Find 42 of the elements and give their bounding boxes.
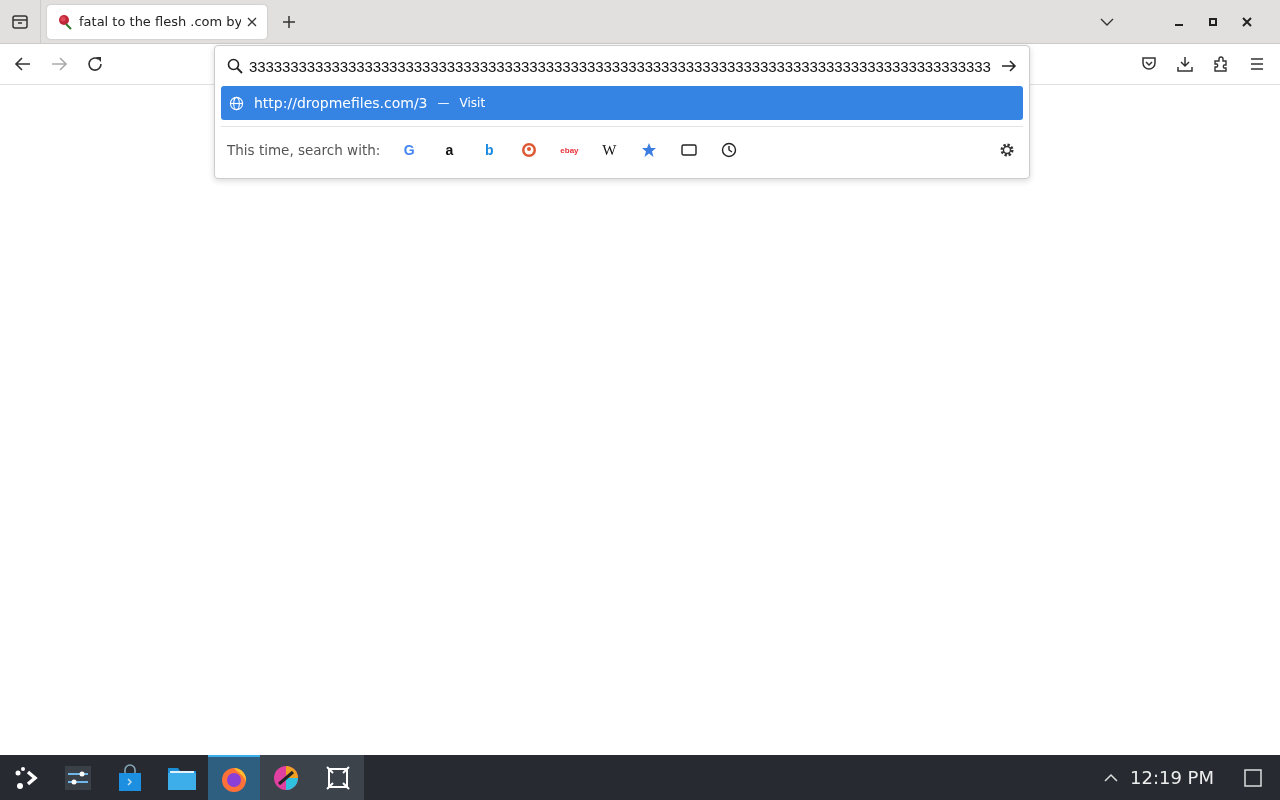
browser-tab[interactable]: fatal to the flesh .com by [47, 4, 267, 39]
puzzle-icon[interactable] [1212, 55, 1230, 73]
star-icon[interactable] [641, 142, 658, 158]
close-icon[interactable] [1242, 16, 1252, 27]
search-engine-button[interactable]: a [440, 142, 459, 158]
back-icon[interactable] [14, 55, 32, 73]
pocket-icon[interactable] [1140, 55, 1158, 73]
suggestion-separator: — [437, 96, 450, 110]
tab-icon[interactable] [681, 142, 698, 158]
search-engine-button[interactable]: W [600, 141, 619, 159]
clock-icon[interactable] [721, 142, 738, 158]
taskbar-app[interactable] [312, 755, 364, 800]
suggestion-row[interactable]: http://dropmefiles.com/3 — Visit [221, 86, 1023, 120]
suggestion-action: Visit [459, 96, 486, 110]
shopping-bag-icon [117, 763, 143, 792]
suggestion-url: http://dropmefiles.com/3 [254, 95, 428, 111]
go-arrow-icon[interactable] [1001, 58, 1017, 74]
globe-icon [229, 95, 244, 111]
close-icon[interactable] [247, 16, 257, 27]
plus-icon[interactable] [282, 14, 296, 29]
settings-icon[interactable] [999, 142, 1015, 158]
menu-icon[interactable] [1248, 55, 1266, 73]
search-engine-button[interactable]: ebay [560, 145, 579, 155]
address-field[interactable]: 333333333333333333333333333333333333333333333333333333333333333333333333333333333333333333 [249, 57, 995, 75]
search-engine-button[interactable]: b [480, 142, 499, 158]
maximize-icon[interactable] [1208, 16, 1218, 27]
search-icon [227, 58, 243, 74]
chevron-down-icon[interactable] [1100, 16, 1114, 27]
launcher-icon [13, 764, 39, 791]
search-engine-button[interactable]: G [400, 142, 419, 158]
show-desktop-icon[interactable] [1244, 768, 1262, 787]
tab-list-icon[interactable] [11, 12, 29, 31]
sliders-icon [64, 764, 92, 791]
download-icon[interactable] [1176, 55, 1194, 73]
color-wheel-icon [272, 763, 300, 792]
frame-icon [324, 763, 352, 792]
clock[interactable]: 12:19 PM [1130, 767, 1214, 788]
search-with-label: This time, search with: [227, 142, 381, 158]
tab-title: fatal to the flesh .com by [79, 14, 241, 29]
reload-icon[interactable] [86, 55, 104, 73]
chevron-up-icon[interactable] [1104, 772, 1118, 783]
rose-icon [57, 13, 73, 30]
